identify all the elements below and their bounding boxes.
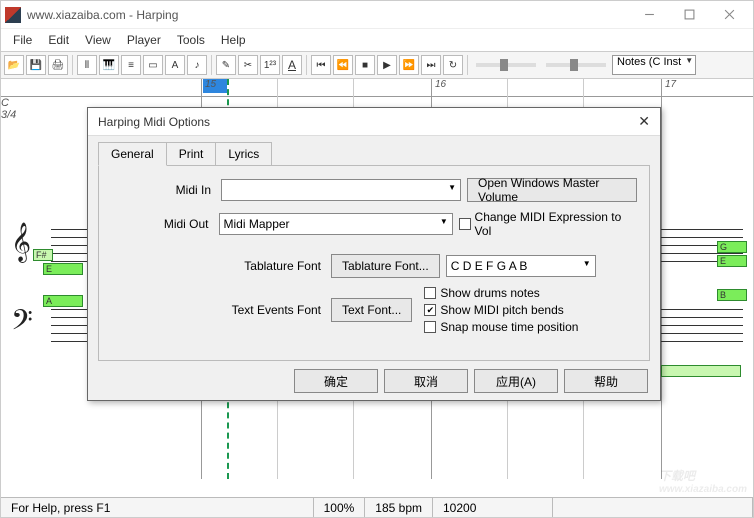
- separator: [306, 55, 307, 75]
- change-expression-checkbox[interactable]: Change MIDI Expression to Vol: [459, 210, 637, 238]
- clef-letter: C: [1, 97, 29, 109]
- menu-file[interactable]: File: [5, 31, 40, 49]
- dialog-close-icon[interactable]: ✕: [638, 113, 650, 130]
- show-pitch-bends-checkbox[interactable]: ✔Show MIDI pitch bends: [424, 303, 578, 317]
- status-bar: For Help, press F1 100% 185 bpm 10200: [1, 497, 753, 517]
- treble-clef-icon: 𝄞: [11, 223, 31, 262]
- status-position: 10200: [433, 498, 553, 517]
- key-signature: C 3/4: [1, 97, 29, 121]
- channel-icon[interactable]: ▭: [143, 55, 163, 75]
- menu-view[interactable]: View: [77, 31, 119, 49]
- font-icon[interactable]: A: [282, 55, 302, 75]
- tempo-icon[interactable]: 1²³: [260, 55, 280, 75]
- dialog-title: Harping Midi Options: [98, 115, 638, 129]
- menu-tools[interactable]: Tools: [169, 31, 213, 49]
- note-block[interactable]: E: [43, 263, 83, 275]
- ok-button[interactable]: 确定: [294, 369, 378, 393]
- midi-in-dropdown[interactable]: [221, 179, 461, 201]
- time-signature: 3/4: [1, 109, 29, 121]
- loop-icon[interactable]: ↻: [443, 55, 463, 75]
- tab-lyrics[interactable]: Lyrics: [215, 142, 272, 165]
- status-empty: [553, 498, 753, 517]
- midi-out-label: Midi Out: [111, 217, 213, 231]
- maximize-button[interactable]: [669, 1, 709, 29]
- apply-button[interactable]: 应用(A): [474, 369, 558, 393]
- text-events-font-label: Text Events Font: [111, 303, 325, 317]
- note-block[interactable]: E: [717, 255, 747, 267]
- tab-general[interactable]: General: [98, 142, 167, 166]
- midi-options-dialog: Harping Midi Options ✕ General Print Lyr…: [87, 107, 661, 401]
- note-block[interactable]: B: [717, 289, 747, 301]
- track-icon[interactable]: ≡: [121, 55, 141, 75]
- timeline-ruler[interactable]: 15 16 17: [1, 79, 753, 97]
- cancel-button[interactable]: 取消: [384, 369, 468, 393]
- note-block[interactable]: [661, 365, 741, 377]
- tick-16: 16: [435, 79, 446, 90]
- print-icon[interactable]: 🖨: [48, 55, 68, 75]
- tick-15: 15: [205, 79, 216, 90]
- app-icon: [5, 7, 21, 23]
- tablature-font-label: Tablature Font: [111, 259, 325, 273]
- open-icon[interactable]: 📂: [4, 55, 24, 75]
- menubar: File Edit View Player Tools Help: [1, 29, 753, 51]
- menu-help[interactable]: Help: [213, 31, 254, 49]
- harp-view-icon[interactable]: ⦀: [77, 55, 97, 75]
- note-icon[interactable]: ♪: [187, 55, 207, 75]
- tempo-slider[interactable]: [476, 63, 536, 67]
- menu-player[interactable]: Player: [119, 31, 169, 49]
- note-block[interactable]: G: [717, 241, 747, 253]
- bass-clef-icon: 𝄢: [11, 305, 33, 344]
- notes-combo[interactable]: Notes (C Inst: [612, 55, 696, 75]
- volume-slider[interactable]: [546, 63, 606, 67]
- toolbar: 📂 💾 🖨 ⦀ 🎹 ≡ ▭ A ♪ ✎ ✂ 1²³ A ⏮ ⏪ ■ ▶ ⏩ ⏭ …: [1, 51, 753, 79]
- status-hint: For Help, press F1: [1, 498, 314, 517]
- tab-row: General Print Lyrics: [88, 136, 660, 165]
- tablature-font-button[interactable]: Tablature Font...: [331, 254, 440, 278]
- fastfwd-icon[interactable]: ⏩: [399, 55, 419, 75]
- text-icon[interactable]: A: [165, 55, 185, 75]
- close-button[interactable]: [709, 1, 749, 29]
- status-zoom: 100%: [314, 498, 366, 517]
- cut-icon[interactable]: ✂: [238, 55, 258, 75]
- titlebar: www.xiazaiba.com - Harping: [1, 1, 753, 29]
- separator: [467, 55, 468, 75]
- text-font-button[interactable]: Text Font...: [331, 298, 412, 322]
- tick-17: 17: [665, 79, 676, 90]
- tablature-font-sample[interactable]: C D E F G A B: [446, 255, 596, 277]
- help-button[interactable]: 帮助: [564, 369, 648, 393]
- open-master-volume-button[interactable]: Open Windows Master Volume: [467, 178, 637, 202]
- snap-mouse-checkbox[interactable]: Snap mouse time position: [424, 320, 578, 334]
- stop-icon[interactable]: ■: [355, 55, 375, 75]
- play-icon[interactable]: ▶: [377, 55, 397, 75]
- tab-panel: Midi In Open Windows Master Volume Midi …: [98, 165, 650, 361]
- dialog-button-row: 确定 取消 应用(A) 帮助: [88, 361, 660, 401]
- window-title: www.xiazaiba.com - Harping: [27, 8, 629, 22]
- gridline: [661, 79, 662, 479]
- save-icon[interactable]: 💾: [26, 55, 46, 75]
- separator: [211, 55, 212, 75]
- show-drums-checkbox[interactable]: Show drums notes: [424, 286, 578, 300]
- keyboard-icon[interactable]: 🎹: [99, 55, 119, 75]
- rewind-icon[interactable]: ⏪: [333, 55, 353, 75]
- dialog-titlebar[interactable]: Harping Midi Options ✕: [88, 108, 660, 136]
- note-block[interactable]: A: [43, 295, 83, 307]
- midi-in-label: Midi In: [111, 183, 215, 197]
- midi-out-dropdown[interactable]: Midi Mapper: [219, 213, 453, 235]
- menu-edit[interactable]: Edit: [40, 31, 77, 49]
- minimize-button[interactable]: [629, 1, 669, 29]
- edit-icon[interactable]: ✎: [216, 55, 236, 75]
- note-block[interactable]: F#: [33, 249, 53, 261]
- separator: [72, 55, 73, 75]
- first-icon[interactable]: ⏮: [311, 55, 331, 75]
- status-tempo: 185 bpm: [365, 498, 433, 517]
- tab-print[interactable]: Print: [166, 142, 217, 165]
- last-icon[interactable]: ⏭: [421, 55, 441, 75]
